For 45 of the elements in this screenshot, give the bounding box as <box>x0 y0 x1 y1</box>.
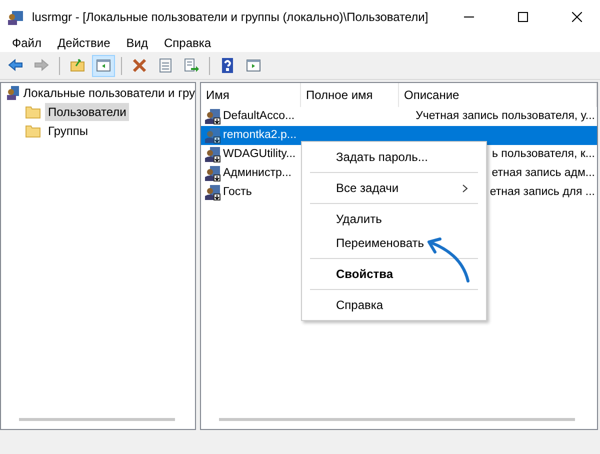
scrollbar-thumb[interactable] <box>19 418 175 421</box>
table-cell: ь пользователя, к... <box>492 148 595 160</box>
properties-icon <box>157 57 174 74</box>
menu-item[interactable]: Справка <box>310 293 478 317</box>
scrollbar-thumb[interactable] <box>219 418 575 421</box>
toolbar-button[interactable] <box>92 54 115 76</box>
menu-item[interactable]: Действие <box>50 34 118 52</box>
forward-arrow-icon <box>33 57 50 74</box>
maximize-icon <box>518 12 528 22</box>
help-icon <box>219 57 236 74</box>
app-icon <box>6 8 24 26</box>
pane-icon <box>95 57 112 74</box>
pane-icon <box>245 57 262 74</box>
table-cell-text: remontka2.p... <box>223 128 297 143</box>
menu-item[interactable]: Файл <box>4 34 50 52</box>
table-cell: етная запись для ... <box>490 186 595 198</box>
column-header[interactable]: Описание <box>399 83 597 107</box>
tree-item[interactable]: Локальные пользователи и гру <box>23 84 195 102</box>
menu-item[interactable]: Задать пароль... <box>310 145 478 169</box>
menu-item[interactable]: Вид <box>118 34 156 52</box>
table-cell: Учетная запись пользователя, у... <box>416 110 595 122</box>
column-header[interactable]: Полное имя <box>301 83 399 107</box>
table-cell: етная запись адм... <box>492 166 595 179</box>
folder-icon <box>69 57 86 74</box>
menu-item[interactable]: Все задачи <box>310 176 478 200</box>
tree-item[interactable]: Группы <box>45 122 91 140</box>
export-icon <box>183 57 200 74</box>
folder-icon <box>25 104 41 118</box>
table-cell-text: WDAGUtility... <box>223 146 296 162</box>
column-header[interactable]: Имя <box>201 83 301 107</box>
menu-item[interactable]: Свойства <box>310 262 478 286</box>
window-title: lusrmgr - [Локальные пользователи и группы (локально)\Пользователи] <box>32 9 430 26</box>
table-cell-text: Гость <box>223 184 252 200</box>
menu-item[interactable]: Удалить <box>310 207 478 231</box>
users-icon <box>5 84 20 100</box>
table-cell-text: Администр... <box>223 166 292 181</box>
menu-item[interactable]: Справка <box>156 34 220 52</box>
close-icon <box>572 12 582 22</box>
folder-icon <box>25 124 41 138</box>
chevron-icon <box>462 184 468 192</box>
back-arrow-icon <box>7 57 24 74</box>
table-cell-text: DefaultAcco... <box>223 108 295 124</box>
menu-item[interactable]: Переименовать <box>310 231 478 255</box>
delete-icon <box>131 57 148 74</box>
tree-item[interactable]: Пользователи <box>45 102 130 120</box>
